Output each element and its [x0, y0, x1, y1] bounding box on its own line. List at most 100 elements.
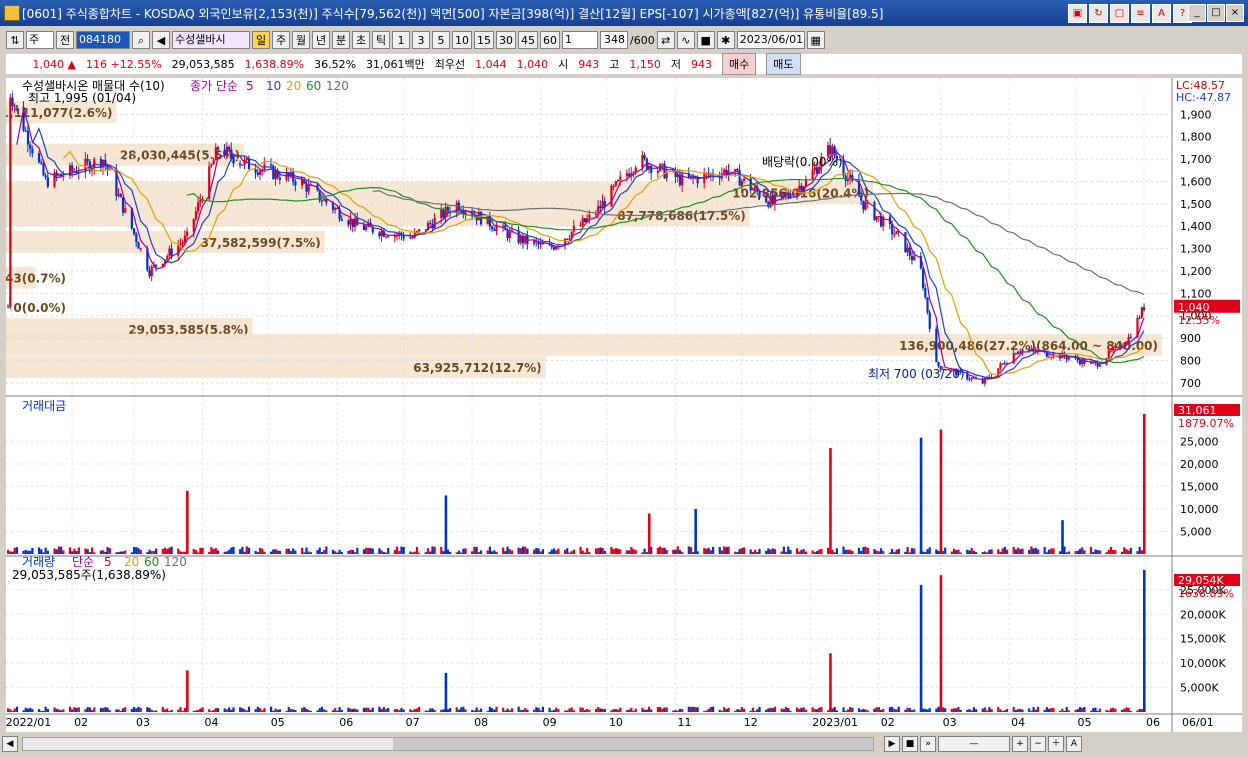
chart-type-icon[interactable]: ⇅: [6, 31, 24, 49]
indicator-icon[interactable]: ∿: [676, 31, 695, 49]
zoom-in-icon[interactable]: ＋: [1048, 736, 1064, 752]
scrollbar-thumb[interactable]: [393, 738, 873, 750]
interval-45[interactable]: 45: [518, 31, 538, 49]
candle-body: [1143, 307, 1146, 310]
volume-ratio: 1,638.89%: [244, 57, 305, 71]
refresh-icon[interactable]: ↻: [1089, 4, 1108, 23]
restore-icon[interactable]: ▢: [1110, 4, 1129, 23]
volume-bar: [579, 707, 582, 712]
amount-bar: [583, 552, 587, 554]
amount-bar: [727, 546, 730, 554]
chart-svg[interactable]: 11,111,077(2.6%)28,030,445(5.6%)102,856,…: [0, 78, 1242, 732]
search-icon[interactable]: ⌕: [132, 31, 150, 49]
volume-bar: [950, 708, 953, 712]
period-week[interactable]: 주: [272, 31, 290, 49]
sell-button[interactable]: 매도: [766, 53, 801, 75]
font-size-icon[interactable]: A: [1066, 736, 1082, 752]
period-year[interactable]: 년: [312, 31, 330, 49]
volume-bar: [599, 708, 602, 712]
amount-bar: [208, 552, 211, 554]
font-icon[interactable]: A: [1152, 4, 1171, 23]
candle-body: [124, 208, 127, 213]
count-input[interactable]: 348: [600, 31, 628, 49]
interval-10[interactable]: 10: [452, 31, 472, 49]
volume-bar: [263, 708, 266, 712]
week-select[interactable]: 주: [26, 31, 54, 49]
window-icon[interactable]: ▣: [1068, 4, 1087, 23]
amount-bar: [952, 548, 956, 554]
period-second[interactable]: 초: [352, 31, 370, 49]
horizontal-scrollbar[interactable]: [22, 737, 874, 751]
amount-bar: [409, 551, 412, 554]
volume-bar: [1107, 710, 1110, 712]
amount-bar: [347, 550, 350, 554]
interval-5[interactable]: 5: [432, 31, 450, 49]
crosshair-icon[interactable]: +: [1012, 736, 1028, 752]
chart-area[interactable]: 11,111,077(2.6%)28,030,445(5.6%)102,856,…: [0, 78, 1242, 732]
volume-bar: [75, 707, 78, 712]
amount-bar: [214, 548, 217, 554]
app-icon: [4, 5, 20, 21]
amount-bar: [895, 549, 898, 554]
amount-bar: [491, 551, 494, 554]
amount-bar: [179, 551, 182, 554]
interval-input[interactable]: 1: [562, 31, 598, 49]
filter-icon[interactable]: ≡: [1131, 4, 1150, 23]
save-icon[interactable]: ■: [696, 31, 715, 49]
period-minute[interactable]: 분: [332, 31, 350, 49]
interval-30[interactable]: 30: [496, 31, 516, 49]
play-icon[interactable]: ▶: [884, 736, 900, 752]
zoom-slider[interactable]: —: [938, 736, 1010, 752]
stock-code-input[interactable]: 084180: [76, 31, 130, 49]
zoom-out-icon[interactable]: −: [1030, 736, 1046, 752]
interval-15[interactable]: 15: [474, 31, 494, 49]
candle-body: [29, 144, 32, 149]
low-price: 943: [691, 57, 713, 71]
amount-bar: [844, 549, 847, 554]
volume-bar: [287, 706, 290, 712]
volume-bar: [1120, 709, 1124, 712]
compare-icon[interactable]: ⇄: [656, 31, 675, 49]
volume-bar: [678, 708, 682, 712]
scroll-left-icon[interactable]: ◀: [2, 736, 18, 752]
price-legend-title: 수성샐바시온 매물대 수(10): [22, 79, 165, 93]
buy-button[interactable]: 매수: [722, 53, 757, 75]
price-tick-label: 900: [1180, 332, 1201, 345]
prev-button[interactable]: 전: [56, 31, 74, 49]
candle-body: [300, 179, 304, 186]
period-tick[interactable]: 틱: [372, 31, 390, 49]
amount-bar: [223, 551, 226, 554]
amount-bar: [1017, 547, 1020, 554]
stop-icon[interactable]: ■: [902, 736, 918, 752]
candle-body: [1138, 317, 1141, 319]
amount-bar: [102, 550, 105, 554]
time-tick-label: 06: [339, 716, 353, 729]
candle-body: [1120, 345, 1124, 347]
date-input[interactable]: 2023/06/01: [736, 31, 805, 49]
amount-bar: [906, 546, 909, 554]
volume-bar: [879, 709, 883, 712]
calendar-icon[interactable]: ▦: [806, 31, 825, 49]
period-month[interactable]: 월: [292, 31, 310, 49]
candle-body: [718, 177, 721, 179]
volume-bar: [612, 708, 615, 712]
period-day[interactable]: 일: [252, 31, 270, 49]
close-button[interactable]: ×: [1226, 4, 1244, 22]
amount-bar: [108, 548, 111, 554]
volume-bar: [216, 708, 220, 712]
speaker-icon[interactable]: ◀: [152, 31, 170, 49]
minimize-button[interactable]: _: [1188, 4, 1206, 22]
interval-3[interactable]: 3: [412, 31, 430, 49]
volume-bar: [1059, 710, 1062, 712]
interval-1[interactable]: 1: [392, 31, 410, 49]
amount-bar: [418, 552, 421, 554]
amount-bar: [378, 548, 381, 554]
volume-bar: [647, 706, 651, 712]
settings-icon[interactable]: ✱: [716, 31, 735, 49]
volume-bar: [71, 709, 74, 712]
fast-forward-icon[interactable]: »: [920, 736, 936, 752]
maximize-button[interactable]: □: [1207, 4, 1225, 22]
interval-60[interactable]: 60: [540, 31, 560, 49]
amount-bar: [413, 551, 416, 554]
amount-tick-label: 20,000: [1180, 458, 1219, 471]
